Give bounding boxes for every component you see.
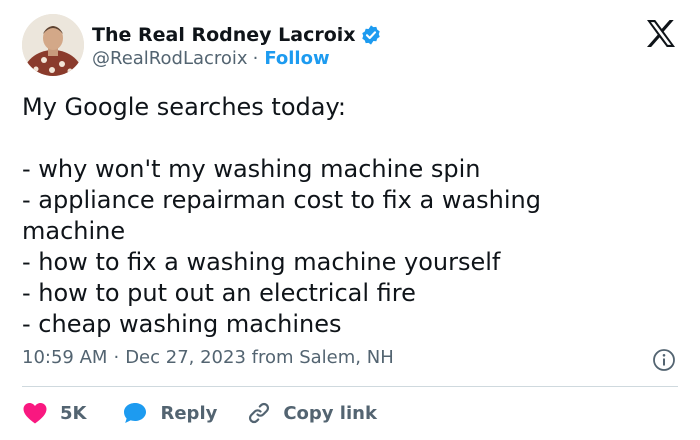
- link-icon: [249, 402, 270, 424]
- handle-separator: ·: [252, 48, 259, 69]
- tweet-line: machine: [22, 217, 126, 245]
- copy-link-label: Copy link: [283, 402, 377, 424]
- author-name-row: The Real Rodney Lacroix: [92, 22, 382, 48]
- avatar-image: [22, 14, 84, 76]
- tweet-line: - why won't my washing machine spin: [22, 155, 481, 183]
- tweet-card: The Real Rodney Lacroix @RealRodLacroix …: [0, 0, 700, 440]
- x-logo-icon[interactable]: [646, 20, 676, 47]
- follow-button[interactable]: Follow: [264, 48, 329, 69]
- avatar[interactable]: [22, 14, 84, 76]
- like-button[interactable]: 5K: [22, 401, 86, 425]
- action-bar: 5K Reply Copy link: [22, 398, 377, 428]
- author-display-name[interactable]: The Real Rodney Lacroix: [92, 24, 356, 46]
- like-count: 5K: [60, 402, 87, 424]
- divider: [22, 386, 678, 387]
- info-icon[interactable]: [652, 348, 676, 372]
- author-handle[interactable]: @RealRodLacroix: [92, 48, 248, 69]
- tweet-line: - appliance repairman cost to fix a wash…: [22, 186, 541, 214]
- reply-label: Reply: [160, 402, 218, 424]
- tweet-line: - how to put out an electrical fire: [22, 279, 416, 307]
- speech-bubble-icon: [124, 403, 147, 423]
- copy-link-button[interactable]: Copy link: [247, 401, 377, 425]
- tweet-line: - how to fix a washing machine yourself: [22, 248, 501, 276]
- tweet-line: - cheap washing machines: [22, 310, 342, 338]
- tweet-text: My Google searches today: - why won't my…: [22, 92, 682, 340]
- tweet-timestamp[interactable]: 10:59 AM · Dec 27, 2023 from Salem, NH: [22, 347, 394, 368]
- timestamp-separator: ·: [113, 347, 120, 368]
- verified-badge-icon: [361, 25, 380, 45]
- tweet-time: 10:59 AM: [22, 347, 108, 368]
- author-handle-row: @RealRodLacroix · Follow: [92, 48, 330, 69]
- heart-icon: [23, 403, 47, 424]
- reply-button[interactable]: Reply: [122, 401, 217, 425]
- tweet-date-location: Dec 27, 2023 from Salem, NH: [125, 347, 394, 368]
- tweet-line: My Google searches today:: [22, 93, 346, 121]
